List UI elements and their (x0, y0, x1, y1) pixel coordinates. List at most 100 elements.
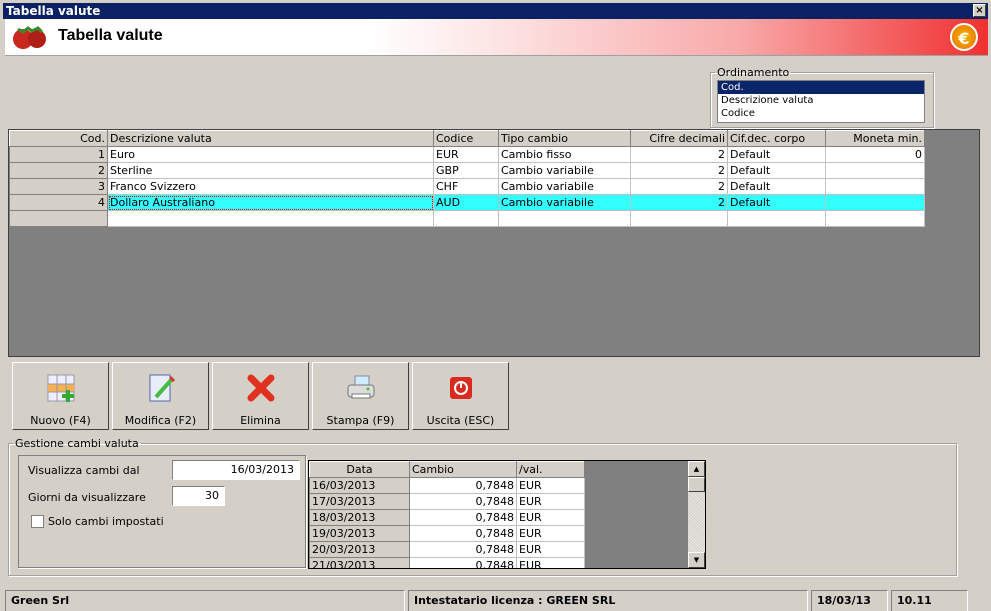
currency-table[interactable]: Cod. Descrizione valuta Codice Tipo camb… (9, 130, 925, 227)
table-row-selected[interactable]: 4 Dollaro Australiano AUD Cambio variabile 2… (9, 194, 925, 211)
table-row[interactable]: 2 Sterline GBP Cambio variabile 2 Default (9, 162, 925, 179)
table-row[interactable]: 3 Franco Svizzero CHF Cambio variabile 2 Defa… (9, 178, 925, 195)
cambi-header: Data Cambio/val. (309, 461, 585, 478)
cambi-row[interactable]: 19/03/2013 0,7848 EUR (309, 525, 585, 542)
dal-date-input[interactable]: 16/03/2013 (172, 460, 300, 480)
cell-desc[interactable]: Sterline (107, 162, 434, 179)
cell-cifre[interactable]: 2 (630, 146, 728, 163)
table-row-new[interactable] (9, 210, 925, 227)
cell-cod: 2 (9, 162, 108, 179)
cell-codice[interactable]: GBP (433, 162, 499, 179)
col-tipo[interactable]: Tipo cambio (498, 130, 631, 147)
cell-cifre[interactable]: 2 (630, 162, 728, 179)
cell-data: 16/03/2013 (309, 477, 410, 494)
edit-document-icon (146, 373, 176, 403)
cell-val[interactable]: EUR (516, 493, 585, 510)
cell-cambio[interactable]: 0,7848 (409, 477, 517, 494)
cell-tipo[interactable]: Cambio variabile (498, 194, 631, 211)
ordinamento-option-cod[interactable]: Cod. (718, 81, 924, 94)
giorni-input[interactable]: 30 (172, 486, 225, 506)
col-codice[interactable]: Codice (433, 130, 499, 147)
cell-cambio[interactable]: 0,7848 (409, 509, 517, 526)
cambi-table[interactable]: Data Cambio/val. 16/03/2013 0,7848 EUR 17/0… (309, 461, 585, 568)
cell-codice[interactable]: AUD (433, 194, 499, 211)
cell-cifdec[interactable]: Default (727, 194, 826, 211)
solo-cambi-checkbox[interactable] (31, 515, 44, 528)
status-company: Green Srl (5, 590, 405, 611)
col-val[interactable]: /val. (516, 461, 585, 478)
status-date: 18/03/13 (811, 590, 888, 611)
cell-cifdec[interactable] (727, 210, 826, 227)
cell-tipo[interactable]: Cambio variabile (498, 178, 631, 195)
dal-label: Visualizza cambi dal (28, 464, 140, 477)
elimina-label: Elimina (240, 414, 281, 427)
cell-moneta[interactable]: 0 (825, 146, 925, 163)
cell-val[interactable]: EUR (516, 557, 585, 568)
cell-cifdec[interactable]: Default (727, 146, 826, 163)
ordinamento-option-codice[interactable]: Codice (718, 107, 924, 120)
cell-moneta[interactable] (825, 194, 925, 211)
cell-desc[interactable]: Euro (107, 146, 434, 163)
cell-cifre[interactable] (630, 210, 728, 227)
cambi-row[interactable]: 20/03/2013 0,7848 EUR (309, 541, 585, 558)
scroll-up-arrow-icon[interactable]: ▲ (688, 461, 705, 477)
cell-moneta[interactable] (825, 210, 925, 227)
stampa-button[interactable]: Stampa (F9) (312, 362, 409, 430)
cell-tipo[interactable] (498, 210, 631, 227)
cell-codice[interactable] (433, 210, 499, 227)
cell-cifre[interactable]: 2 (630, 194, 728, 211)
cell-desc[interactable]: Franco Svizzero (107, 178, 434, 195)
cell-moneta[interactable] (825, 178, 925, 195)
cell-val[interactable]: EUR (516, 541, 585, 558)
cell-data: 20/03/2013 (309, 541, 410, 558)
modifica-button[interactable]: Modifica (F2) (112, 362, 209, 430)
cell-cambio[interactable]: 0,7848 (409, 525, 517, 542)
cell-tipo[interactable]: Cambio fisso (498, 146, 631, 163)
ordinamento-option-descrizione[interactable]: Descrizione valuta (718, 94, 924, 107)
col-descrizione[interactable]: Descrizione valuta (107, 130, 434, 147)
cambi-row[interactable]: 17/03/2013 0,7848 EUR (309, 493, 585, 510)
cell-val[interactable]: EUR (516, 477, 585, 494)
cell-desc[interactable] (107, 210, 434, 227)
cell-cifdec[interactable]: Default (727, 178, 826, 195)
cambi-row[interactable]: 21/03/2013 0,7848 EUR (309, 557, 585, 568)
col-cifdec[interactable]: Cif.dec. corpo (727, 130, 826, 147)
cell-val[interactable]: EUR (516, 509, 585, 526)
table-row[interactable]: 1 Euro EUR Cambio fisso 2 Default 0 (9, 146, 925, 163)
cell-codice[interactable]: CHF (433, 178, 499, 195)
solo-cambi-label: Solo cambi impostati (48, 515, 164, 528)
cell-cod (9, 210, 108, 227)
cell-cifdec[interactable]: Default (727, 162, 826, 179)
scroll-down-arrow-icon[interactable]: ▼ (688, 552, 705, 568)
nuovo-button[interactable]: Nuovo (F4) (12, 362, 109, 430)
delete-x-icon (246, 373, 276, 403)
banner-title: Tabella valute (58, 27, 163, 44)
col-cifre[interactable]: Cifre decimali (630, 130, 728, 147)
window-titlebar: Tabella valute × (3, 3, 988, 19)
cambi-row[interactable]: 18/03/2013 0,7848 EUR (309, 509, 585, 526)
cell-codice[interactable]: EUR (433, 146, 499, 163)
cell-val[interactable]: EUR (516, 525, 585, 542)
cell-moneta[interactable] (825, 162, 925, 179)
close-button[interactable]: × (973, 4, 986, 17)
cell-tipo[interactable]: Cambio variabile (498, 162, 631, 179)
elimina-button[interactable]: Elimina (212, 362, 309, 430)
cell-cambio[interactable]: 0,7848 (409, 541, 517, 558)
gestione-cambi-label: Gestione cambi valuta (15, 437, 139, 450)
cambi-grid[interactable]: Data Cambio/val. 16/03/2013 0,7848 EUR 17/0… (308, 460, 706, 569)
cell-cifre[interactable]: 2 (630, 178, 728, 195)
cell-cambio[interactable]: 0,7848 (409, 557, 517, 568)
col-cambio[interactable]: Cambio (409, 461, 517, 478)
col-data[interactable]: Data (309, 461, 410, 478)
cell-cambio[interactable]: 0,7848 (409, 493, 517, 510)
col-cod[interactable]: Cod. (9, 130, 108, 147)
scroll-thumb[interactable] (688, 477, 705, 492)
cambi-row[interactable]: 16/03/2013 0,7848 EUR (309, 477, 585, 494)
ordinamento-list[interactable]: Cod. Descrizione valuta Codice (717, 80, 925, 123)
cell-desc[interactable]: Dollaro Australiano (107, 194, 434, 211)
banner: Tabella valute € (5, 19, 988, 56)
col-moneta[interactable]: Moneta min. (825, 130, 925, 147)
vertical-scrollbar[interactable]: ▲ ▼ (688, 461, 705, 568)
uscita-label: Uscita (ESC) (426, 414, 495, 427)
uscita-button[interactable]: Uscita (ESC) (412, 362, 509, 430)
